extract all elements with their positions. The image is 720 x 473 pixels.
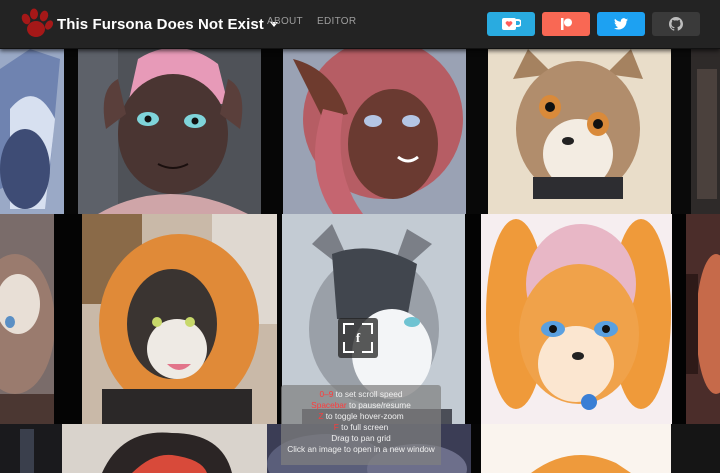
patreon-button[interactable] (542, 12, 590, 36)
grid-gap (64, 49, 78, 214)
ko-fi-cup-icon (502, 18, 521, 30)
fursona-image[interactable] (481, 424, 671, 473)
grid-gap (466, 49, 488, 214)
grid-gap (465, 214, 481, 424)
twitter-bird-icon (614, 18, 628, 30)
grid-gap (671, 424, 720, 473)
fursona-image[interactable] (0, 49, 64, 214)
grid-gap (471, 424, 481, 473)
site-title: This Fursona Does Not Exist (57, 15, 264, 33)
twitter-button[interactable] (597, 12, 645, 36)
fursona-image[interactable] (62, 424, 267, 473)
help-line: Z to toggle hover-zoom (318, 411, 404, 421)
fursona-image[interactable] (283, 49, 466, 214)
help-line: 0–9 to set scroll speed (319, 389, 403, 399)
paw-logo-icon[interactable] (19, 8, 54, 40)
fursona-image[interactable] (686, 214, 720, 424)
grid-gap (261, 49, 283, 214)
fursona-image[interactable] (0, 424, 62, 473)
fursona-image[interactable] (82, 214, 277, 424)
keyboard-help-panel: 0–9 to set scroll speed Spacebar to paus… (281, 385, 441, 465)
navbar: This Fursona Does Not Exist ABOUT EDITOR (0, 0, 720, 49)
github-icon (669, 17, 683, 31)
kofi-button[interactable] (487, 12, 535, 36)
fursona-image[interactable] (488, 49, 671, 214)
nav-editor[interactable]: EDITOR (317, 16, 356, 27)
help-line: Spacebar to pause/resume (311, 400, 411, 410)
fursona-image[interactable] (78, 49, 261, 214)
fullscreen-icon: f (355, 330, 361, 345)
help-line: F to full screen (333, 422, 389, 432)
help-line: Drag to pan grid (331, 433, 391, 443)
patreon-icon (561, 18, 572, 30)
fullscreen-toggle[interactable]: f (338, 318, 378, 358)
nav-about[interactable]: ABOUT (267, 16, 303, 27)
help-line: Click an image to open in a new window (287, 444, 435, 454)
github-button[interactable] (652, 12, 700, 36)
grid-gap (671, 49, 720, 214)
fursona-image[interactable] (0, 214, 54, 424)
grid-gap (672, 214, 686, 424)
fursona-image[interactable] (481, 214, 672, 424)
site-title-dropdown[interactable]: This Fursona Does Not Exist (57, 14, 278, 34)
grid-gap (54, 214, 82, 424)
